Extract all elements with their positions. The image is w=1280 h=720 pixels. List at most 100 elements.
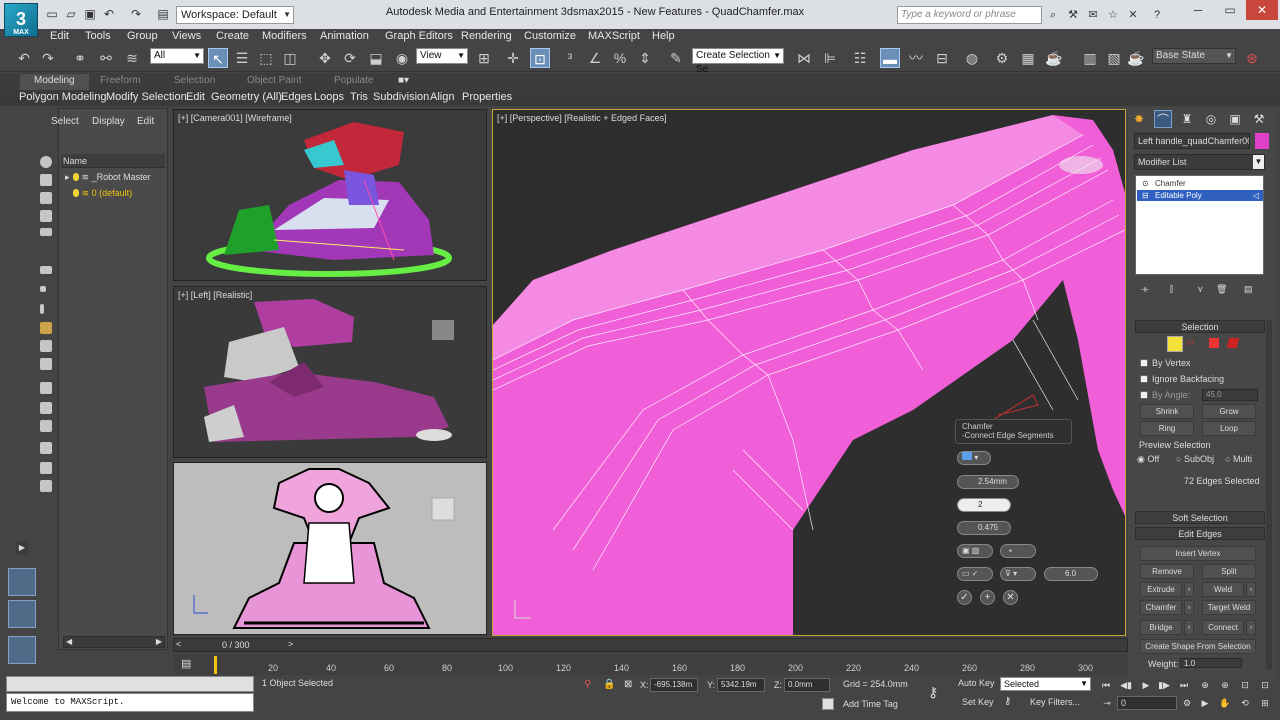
weld-button[interactable]: Weld xyxy=(1202,582,1244,597)
state-sets-icon[interactable]: ▥ xyxy=(1080,48,1100,68)
object-color-swatch[interactable] xyxy=(1255,133,1269,149)
menu-help[interactable]: Help xyxy=(652,29,675,43)
edge-subobject-icon[interactable] xyxy=(1167,336,1183,352)
filter-cameras-icon[interactable] xyxy=(40,210,52,222)
find-icon[interactable] xyxy=(40,462,52,474)
utilities-tab-icon[interactable]: ⚒ xyxy=(1250,110,1268,128)
hierarchy-tab-icon[interactable]: ♜ xyxy=(1178,110,1196,128)
app-logo-button[interactable]: 3 MAX xyxy=(4,3,38,37)
explorer-type-layer-icon[interactable] xyxy=(8,600,36,628)
explorer-tab-display[interactable]: Display xyxy=(92,116,125,127)
compact-material-icon[interactable]: ▧ xyxy=(1104,48,1124,68)
current-frame-field[interactable]: 0 xyxy=(1117,696,1177,710)
tree-row-default-layer[interactable]: ▸≋ 0 (default) xyxy=(65,188,132,199)
explorer-tab-select[interactable]: Select xyxy=(51,116,79,127)
filter-bones-icon[interactable] xyxy=(40,322,52,334)
auto-key-button[interactable]: Auto Key xyxy=(958,678,995,688)
selection-filter-dropdown[interactable]: All ▼ xyxy=(150,48,204,64)
save-file-icon[interactable]: ▣ xyxy=(82,6,98,22)
invert-display-icon[interactable] xyxy=(40,420,52,432)
favorites-icon[interactable]: ☆ xyxy=(1106,8,1120,22)
angle-snap-icon[interactable]: ∠ xyxy=(585,48,605,68)
ring-button[interactable]: Ring xyxy=(1140,421,1194,436)
track-bar[interactable]: ▤ 20 40 60 80 100 120 140 160 180 200 22… xyxy=(173,654,1128,675)
filter-lights-icon[interactable] xyxy=(40,192,52,204)
project-folder-icon[interactable]: ▤ xyxy=(155,6,171,22)
viewport-label[interactable]: [+] [Left] [Realistic] xyxy=(178,290,252,300)
ribbon-align[interactable]: Align xyxy=(430,91,454,103)
redo-icon[interactable]: ↷ xyxy=(38,48,58,68)
menu-create[interactable]: Create xyxy=(216,29,249,43)
ribbon-properties[interactable]: Properties xyxy=(462,91,512,103)
scroll-left-icon[interactable]: ◀ xyxy=(66,637,72,646)
ribbon-tab-freeform[interactable]: Freeform xyxy=(100,75,141,86)
time-slider-next-icon[interactable]: > xyxy=(288,639,293,649)
ribbon-toggle-icon[interactable]: ▬ xyxy=(880,48,900,68)
checkbox-icon[interactable] xyxy=(1140,375,1148,383)
reference-coordinate-dropdown[interactable]: View ▼ xyxy=(416,48,468,64)
maximize-viewport-icon[interactable]: ⊞ xyxy=(1258,697,1272,709)
motion-tab-icon[interactable]: ◎ xyxy=(1202,110,1220,128)
maxscript-output[interactable]: Welcome to MAXScript. xyxy=(6,693,254,712)
chamfer-tension-field[interactable]: 0.475 xyxy=(957,521,1011,535)
search-icon[interactable]: ⌕ xyxy=(1046,8,1060,22)
modifier-list-dropdown[interactable]: Modifier List ▼ xyxy=(1134,154,1265,170)
filter-shapes-icon[interactable] xyxy=(40,174,52,186)
chamfer-type-dropdown[interactable]: ▾ xyxy=(957,451,991,465)
ribbon-polygon-modeling[interactable]: Polygon Modeling xyxy=(19,91,106,103)
ribbon-tris[interactable]: Tris xyxy=(350,91,368,103)
filter-containers-icon[interactable] xyxy=(40,340,52,352)
window-crossing-icon[interactable]: ◫ xyxy=(280,48,300,68)
explorer-type-hierarchy-icon[interactable] xyxy=(8,636,36,664)
expand-icon[interactable]: ⊟ xyxy=(1142,190,1149,201)
ribbon-loops[interactable]: Loops xyxy=(314,91,344,103)
bridge-settings-icon[interactable]: ▫ xyxy=(1184,620,1194,635)
border-subobject-icon[interactable]: ▱ xyxy=(1187,337,1197,349)
ignore-backfacing-checkbox[interactable]: Ignore Backfacing xyxy=(1140,374,1224,384)
rotate-icon[interactable]: ⟳ xyxy=(340,48,360,68)
command-panel-scrollbar[interactable] xyxy=(1266,320,1272,670)
menu-modifiers[interactable]: Modifiers xyxy=(262,29,307,43)
previous-frame-icon[interactable]: ◀▮ xyxy=(1119,679,1133,691)
rendered-frame-icon[interactable]: ▦ xyxy=(1018,48,1038,68)
chamfer-invert-toggle[interactable]: ▪ xyxy=(1000,544,1036,558)
align-icon[interactable]: ⊫ xyxy=(820,48,840,68)
filter-xrefs-icon[interactable] xyxy=(40,304,44,314)
ribbon-tab-selection[interactable]: Selection xyxy=(174,75,215,86)
select-manipulate-icon[interactable]: ✛ xyxy=(503,48,523,68)
key-icon[interactable]: ⚷ xyxy=(928,684,938,701)
select-by-name-icon[interactable]: ☰ xyxy=(232,48,252,68)
extrude-button[interactable]: Extrude xyxy=(1140,582,1182,597)
layer-icon[interactable] xyxy=(40,480,52,492)
horizontal-scrollbar[interactable]: ◀ ▶ xyxy=(63,636,165,648)
pivot-center-icon[interactable]: ⊞ xyxy=(474,48,494,68)
ribbon-edges[interactable]: Edges xyxy=(281,91,312,103)
filter-helpers-icon[interactable] xyxy=(40,228,52,236)
connect-settings-icon[interactable]: ▫ xyxy=(1246,620,1256,635)
percent-snap-icon[interactable]: % xyxy=(610,48,630,68)
key-mode-icon[interactable]: ⚷ xyxy=(1004,696,1011,707)
snaps-toggle-icon[interactable]: ³ xyxy=(560,48,580,68)
base-state-dropdown[interactable]: Base State ▼ xyxy=(1152,48,1236,64)
chamfer-open-toggle[interactable]: ▣ ▨ xyxy=(957,544,993,558)
zoom-extents-all-icon[interactable]: ⊡ xyxy=(1258,679,1272,691)
menu-edit[interactable]: Edit xyxy=(50,29,69,43)
schematic-view-icon[interactable]: ⊟ xyxy=(932,48,952,68)
create-tab-icon[interactable]: ✸ xyxy=(1130,110,1148,128)
configure-modifier-sets-icon[interactable]: ▤ xyxy=(1244,284,1253,295)
menu-tools[interactable]: Tools xyxy=(85,29,111,43)
viewport-camera[interactable]: [+] [Camera001] [Wireframe] xyxy=(173,109,487,281)
orbit-icon[interactable]: ⟲ xyxy=(1238,697,1252,709)
close-button[interactable]: ✕ xyxy=(1246,0,1278,20)
maximize-button[interactable]: ▭ xyxy=(1214,0,1246,20)
scroll-right-icon[interactable]: ▶ xyxy=(156,637,162,646)
shrink-button[interactable]: Shrink xyxy=(1140,404,1194,419)
workspace-dropdown[interactable]: Workspace: Default ▼ xyxy=(176,6,294,24)
keyboard-shortcut-override-icon[interactable]: ⊡ xyxy=(530,48,550,68)
link-icon[interactable]: ⚭ xyxy=(70,48,90,68)
viewport-label[interactable]: [+] [Perspective] [Realistic + Edged Fac… xyxy=(497,113,667,123)
field-of-view-icon[interactable]: ▶ xyxy=(1198,697,1212,709)
render-iterative-icon[interactable]: ☕ xyxy=(1126,48,1146,68)
new-file-icon[interactable]: ▭ xyxy=(44,6,60,22)
checkbox-icon[interactable] xyxy=(1140,359,1148,367)
